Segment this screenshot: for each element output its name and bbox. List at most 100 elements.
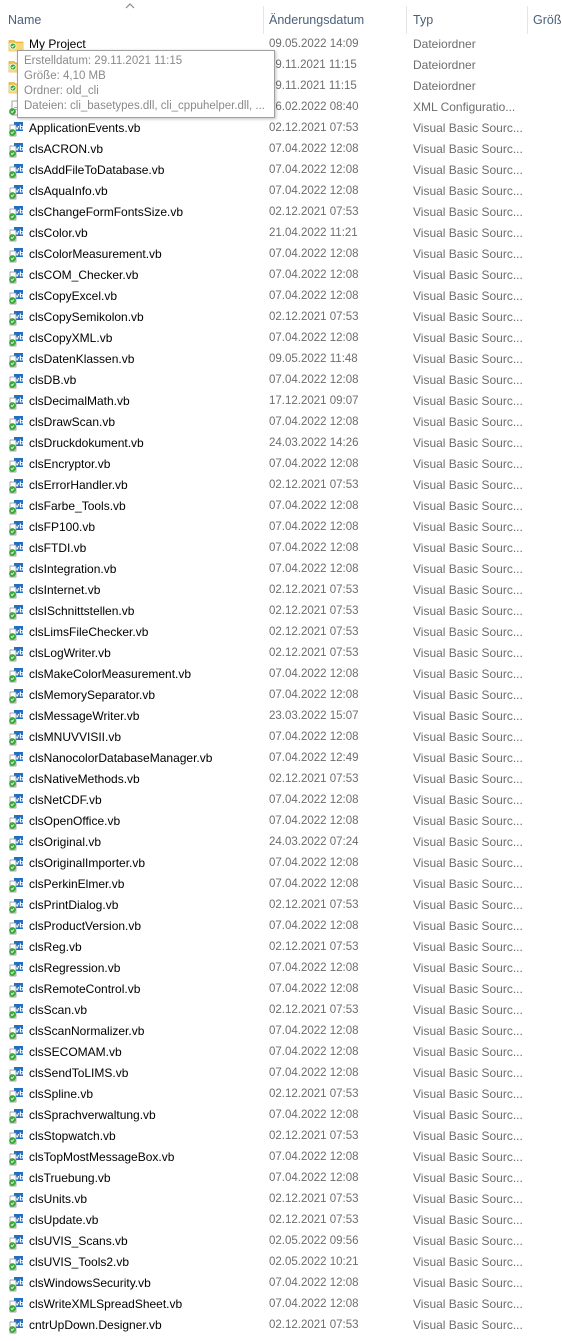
file-type: Visual Basic Sourc... (413, 751, 523, 765)
file-row[interactable]: vb clsIntegration.vb 07.04.2022 12:08 Visua… (0, 559, 562, 580)
file-type: Visual Basic Sourc... (413, 604, 523, 618)
file-row[interactable]: vb clsChangeFormFontsSize.vb 02.12.2021 07… (0, 202, 562, 223)
file-row[interactable]: vb clsEncryptor.vb 07.04.2022 12:08 Visual … (0, 454, 562, 475)
file-row[interactable]: vb clsFTDI.vb 07.04.2022 12:08 Visual Basic… (0, 538, 562, 559)
vb-file-icon: vb (8, 709, 24, 725)
file-row[interactable]: vb clsUnits.vb 02.12.2021 07:53 Visual Basi… (0, 1189, 562, 1210)
file-row[interactable]: vb clsTruebung.vb 07.04.2022 12:08 Visual B… (0, 1168, 562, 1189)
file-row[interactable]: vb clsColor.vb 21.04.2022 11:21 Visual Basi… (0, 223, 562, 244)
file-row[interactable]: vb clsPrintDialog.vb 02.12.2021 07:53 Visua… (0, 895, 562, 916)
file-row[interactable]: vb clsInternet.vb 02.12.2021 07:53 Visual B… (0, 580, 562, 601)
file-row[interactable]: vb clsNativeMethods.vb 02.12.2021 07:53 Vis… (0, 769, 562, 790)
file-row[interactable]: vb clsReg.vb 02.12.2021 07:53 Visual Basic … (0, 937, 562, 958)
file-row[interactable]: vb clsOpenOffice.vb 07.04.2022 12:08 Visual… (0, 811, 562, 832)
file-row[interactable]: vb clsAquaInfo.vb 07.04.2022 12:08 Visual B… (0, 181, 562, 202)
file-row[interactable]: vb clsCopyExcel.vb 07.04.2022 12:08 Visual … (0, 286, 562, 307)
file-date: 23.03.2022 15:07 (269, 710, 359, 722)
column-header-date[interactable]: Änderungsdatum (269, 0, 364, 34)
file-row[interactable]: vb clsScanNormalizer.vb 07.04.2022 12:08 Vi… (0, 1021, 562, 1042)
file-row[interactable]: vb clsWriteXMLSpreadSheet.vb 07.04.2022 12… (0, 1294, 562, 1315)
column-header-name[interactable]: Name (8, 0, 41, 34)
file-row[interactable]: vb clsMessageWriter.vb 23.03.2022 15:07 Vis… (0, 706, 562, 727)
file-date: 29.11.2021 11:15 (269, 59, 357, 71)
file-row[interactable]: vb clsSECOMAM.vb 07.04.2022 12:08 Visual Ba… (0, 1042, 562, 1063)
file-date: 02.05.2022 09:56 (269, 1235, 359, 1247)
file-row[interactable]: vb clsOriginalImporter.vb 07.04.2022 12:08… (0, 853, 562, 874)
file-row[interactable]: vb clsDecimalMath.vb 17.12.2021 09:07 Visua… (0, 391, 562, 412)
file-name: clsNetCDF.vb (29, 793, 102, 807)
vb-file-icon: vb (8, 940, 24, 956)
file-row[interactable]: vb clsFarbe_Tools.vb 07.04.2022 12:08 Visua… (0, 496, 562, 517)
file-row[interactable]: vb clsUpdate.vb 02.12.2021 07:53 Visual Bas… (0, 1210, 562, 1231)
file-row[interactable]: vb clsOriginal.vb 24.03.2022 07:24 Visual B… (0, 832, 562, 853)
file-name: clsACRON.vb (29, 142, 104, 156)
file-row[interactable]: vb clsLimsFileChecker.vb 02.12.2021 07:53 V… (0, 622, 562, 643)
file-row[interactable]: vb clsMakeColorMeasurement.vb 07.04.2022 1… (0, 664, 562, 685)
file-row[interactable]: vb clsSprachverwaltung.vb 07.04.2022 12:08… (0, 1105, 562, 1126)
vb-file-icon: vb (8, 730, 24, 746)
file-row[interactable]: vb clsUVIS_Scans.vb 02.05.2022 09:56 Visual… (0, 1231, 562, 1252)
file-row[interactable]: vb clsFP100.vb 07.04.2022 12:08 Visual Basi… (0, 517, 562, 538)
file-row[interactable]: vb clsDrawScan.vb 07.04.2022 12:08 Visual B… (0, 412, 562, 433)
file-name: clsSpline.vb (29, 1087, 94, 1101)
file-date: 07.04.2022 12:08 (269, 815, 359, 827)
file-row[interactable]: vb clsPerkinElmer.vb 07.04.2022 12:08 Visua… (0, 874, 562, 895)
file-row[interactable]: vb cntrUpDown.Designer.vb 02.12.2021 07:53… (0, 1315, 562, 1336)
file-date: 07.04.2022 12:08 (269, 920, 359, 932)
file-row[interactable]: vb clsNanocolorDatabaseManager.vb 07.04.20… (0, 748, 562, 769)
file-row[interactable]: vb clsProductVersion.vb 07.04.2022 12:08 Vi… (0, 916, 562, 937)
file-row[interactable]: vb clsDruckdokument.vb 24.03.2022 14:26 Vis… (0, 433, 562, 454)
column-divider[interactable] (406, 6, 407, 34)
file-row[interactable]: vb clsDB.vb 07.04.2022 12:08 Visual Basic S… (0, 370, 562, 391)
file-row[interactable]: vb clsStopwatch.vb 02.12.2021 07:53 Visual … (0, 1126, 562, 1147)
file-row[interactable]: vb clsScan.vb 02.12.2021 07:53 Visual Basic… (0, 1000, 562, 1021)
file-type: Visual Basic Sourc... (413, 772, 523, 786)
file-name: clsMemorySeparator.vb (29, 688, 156, 702)
vb-file-icon: vb (8, 142, 24, 158)
file-row[interactable]: vb clsMemorySeparator.vb 07.04.2022 12:08 V… (0, 685, 562, 706)
vb-file-icon: vb (8, 1171, 24, 1187)
file-row[interactable]: vb clsCOM_Checker.vb 07.04.2022 12:08 Visua… (0, 265, 562, 286)
file-date: 07.04.2022 12:08 (269, 500, 359, 512)
file-row[interactable]: vb clsSpline.vb 02.12.2021 07:53 Visual Bas… (0, 1084, 562, 1105)
file-row[interactable]: vb clsRegression.vb 07.04.2022 12:08 Visual… (0, 958, 562, 979)
column-divider[interactable] (527, 6, 528, 34)
column-divider[interactable] (263, 6, 264, 34)
file-date: 02.12.2021 07:53 (269, 311, 359, 323)
file-name: clsIntegration.vb (29, 562, 117, 576)
file-row[interactable]: vb clsLogWriter.vb 02.12.2021 07:53 Visual … (0, 643, 562, 664)
file-name: clsInternet.vb (29, 583, 101, 597)
column-header-type[interactable]: Typ (413, 0, 433, 34)
file-row[interactable]: vb clsCopySemikolon.vb 02.12.2021 07:53 Vis… (0, 307, 562, 328)
file-row[interactable]: vb clsSendToLIMS.vb 07.04.2022 12:08 Visual… (0, 1063, 562, 1084)
file-row[interactable]: vb clsColorMeasurement.vb 07.04.2022 12:08… (0, 244, 562, 265)
file-row[interactable]: vb clsAddFileToDatabase.vb 07.04.2022 12:0… (0, 160, 562, 181)
file-row[interactable]: vb clsMNUVVISII.vb 07.04.2022 12:08 Visual … (0, 727, 562, 748)
file-row[interactable]: vb clsErrorHandler.vb 02.12.2021 07:53 Visu… (0, 475, 562, 496)
file-row[interactable]: vb clsCopyXML.vb 07.04.2022 12:08 Visual Ba… (0, 328, 562, 349)
file-row[interactable]: vb ApplicationEvents.vb 02.12.2021 07:53 Vi… (0, 118, 562, 139)
file-row[interactable]: vb clsISchnittstellen.vb 02.12.2021 07:53 V… (0, 601, 562, 622)
file-type: Visual Basic Sourc... (413, 1045, 523, 1059)
vb-file-icon: vb (8, 877, 24, 893)
vb-file-icon: vb (8, 793, 24, 809)
file-type: Visual Basic Sourc... (413, 709, 523, 723)
vb-file-icon: vb (8, 646, 24, 662)
file-row[interactable]: vb clsUVIS_Tools2.vb 02.05.2022 10:21 Visua… (0, 1252, 562, 1273)
file-date: 07.04.2022 12:49 (269, 752, 359, 764)
column-header-size[interactable]: Größe (533, 0, 562, 34)
vb-file-icon: vb (8, 520, 24, 536)
file-name: clsDruckdokument.vb (29, 436, 144, 450)
file-row[interactable]: vb clsWindowsSecurity.vb 07.04.2022 12:08 V… (0, 1273, 562, 1294)
file-row[interactable]: vb clsTopMostMessageBox.vb 07.04.2022 12:0… (0, 1147, 562, 1168)
file-row[interactable]: vb clsACRON.vb 07.04.2022 12:08 Visual Basi… (0, 139, 562, 160)
file-row[interactable]: vb clsNetCDF.vb 07.04.2022 12:08 Visual Bas… (0, 790, 562, 811)
file-row[interactable]: vb clsDatenKlassen.vb 09.05.2022 11:48 Visu… (0, 349, 562, 370)
file-name: clsWindowsSecurity.vb (29, 1276, 151, 1290)
file-name: clsDatenKlassen.vb (29, 352, 135, 366)
vb-file-icon: vb (8, 1024, 24, 1040)
file-name: clsFP100.vb (29, 520, 96, 534)
vb-file-icon: vb (8, 499, 24, 515)
vb-file-icon: vb (8, 541, 24, 557)
file-row[interactable]: vb clsRemoteControl.vb 07.04.2022 12:08 Vis… (0, 979, 562, 1000)
